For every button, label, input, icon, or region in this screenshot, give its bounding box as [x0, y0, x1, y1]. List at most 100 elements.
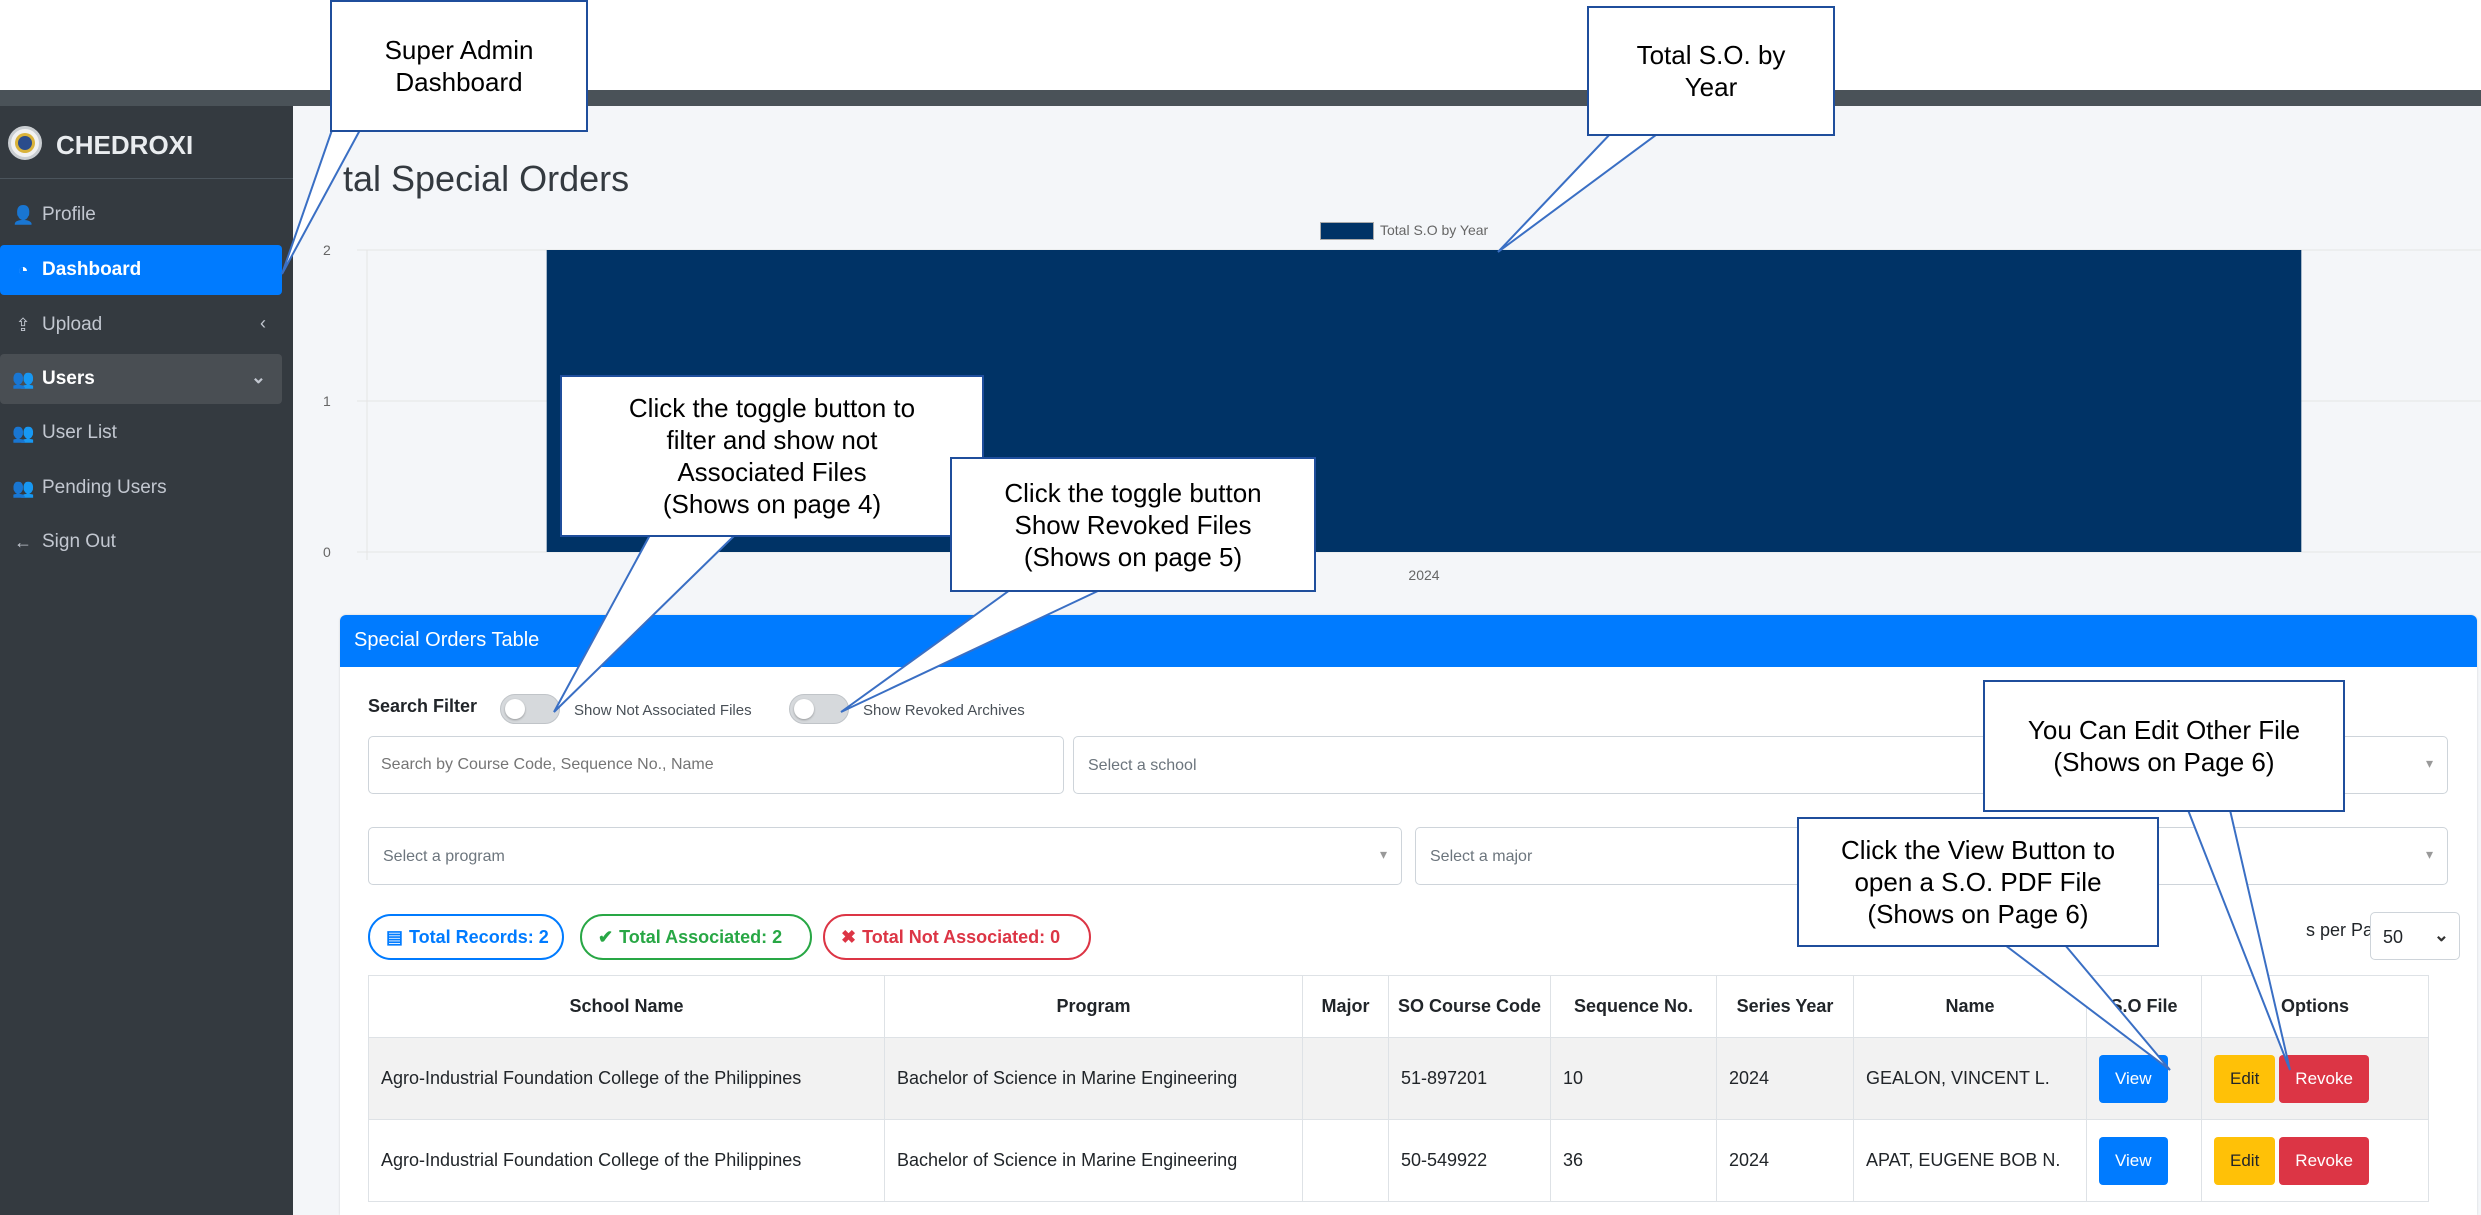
- cell-options: Edit Revoke: [2201, 1037, 2429, 1120]
- cell-so-file: View: [2086, 1119, 2202, 1202]
- toggle-not-assoc-callout: Click the toggle button to filter and sh…: [560, 375, 984, 537]
- view-button[interactable]: View: [2099, 1054, 2168, 1103]
- column-header[interactable]: Series Year: [1716, 975, 1854, 1038]
- cell-course-code: 51-897201: [1388, 1037, 1551, 1120]
- school-select-placeholder: Select a school: [1088, 757, 1197, 774]
- revoked-archives-toggle-label: Show Revoked Archives: [863, 702, 1025, 719]
- sidebar-item-profile[interactable]: 👤 Profile: [0, 190, 282, 240]
- users-icon: 👥: [12, 368, 35, 389]
- table-header-row: School Name Program Major SO Course Code…: [368, 975, 2429, 1038]
- card-title: Special Orders Table: [354, 629, 540, 651]
- caret-down-icon: ▾: [2425, 846, 2433, 862]
- badge-label: Total Not Associated: 0: [862, 926, 1061, 947]
- total-records-badge: ▤ Total Records: 2: [368, 914, 564, 960]
- column-header[interactable]: Program: [884, 975, 1303, 1038]
- callout-text: Click the toggle button to filter and sh…: [628, 393, 916, 519]
- not-associated-toggle-label: Show Not Associated Files: [574, 702, 752, 719]
- cell-school: Agro-Industrial Foundation College of th…: [368, 1037, 885, 1120]
- chevron-down-icon: ⌄: [250, 367, 266, 387]
- total-associated-badge: ✔ Total Associated: 2: [580, 914, 812, 960]
- brand-name: CHEDROXI: [56, 130, 194, 160]
- arrow-left-icon: ←: [14, 531, 32, 552]
- column-header[interactable]: Sequence No.: [1550, 975, 1717, 1038]
- cell-major: [1302, 1037, 1389, 1120]
- page-title: tal Special Orders: [343, 158, 630, 199]
- cell-program: Bachelor of Science in Marine Engineerin…: [884, 1119, 1303, 1202]
- users-icon: 👥: [12, 422, 35, 443]
- cell-name: GEALON, VINCENT L.: [1853, 1037, 2087, 1120]
- callout-text: Click the toggle button Show Revoked Fil…: [1004, 477, 1262, 572]
- total-so-callout: Total S.O. by Year: [1587, 6, 1835, 136]
- callout-text: You Can Edit Other File (Shows on Page 6…: [2027, 715, 2301, 777]
- cell-course-code: 50-549922: [1388, 1119, 1551, 1202]
- not-associated-toggle[interactable]: [500, 694, 560, 724]
- y-tick-label: 1: [323, 393, 331, 409]
- revoke-button[interactable]: Revoke: [2279, 1054, 2369, 1103]
- cell-school: Agro-Industrial Foundation College of th…: [368, 1119, 885, 1202]
- cell-name: APAT, EUGENE BOB N.: [1853, 1119, 2087, 1202]
- brand[interactable]: CHEDROXI: [0, 106, 293, 179]
- per-page-value: 50: [2383, 927, 2404, 947]
- column-header[interactable]: Major: [1302, 975, 1389, 1038]
- search-input[interactable]: [368, 736, 1064, 794]
- edit-button[interactable]: Edit: [2214, 1136, 2276, 1185]
- column-header[interactable]: Options: [2201, 975, 2429, 1038]
- callout-text: Total S.O. by Year: [1636, 40, 1786, 102]
- cell-so-file: View: [2086, 1037, 2202, 1120]
- x-circle-icon: ✖: [841, 926, 857, 947]
- column-header[interactable]: School Name: [368, 975, 885, 1038]
- column-header[interactable]: SO Course Code: [1388, 975, 1551, 1038]
- cell-year: 2024: [1716, 1119, 1854, 1202]
- sidebar-item-users[interactable]: 👥 Users ⌄: [0, 354, 282, 404]
- per-page-select[interactable]: 50 ⌄: [2370, 912, 2460, 960]
- y-tick-label: 2: [323, 242, 331, 258]
- check-circle-icon: ✔: [598, 926, 614, 947]
- revoked-archives-toggle[interactable]: [789, 694, 849, 724]
- chevron-left-icon: ‹: [260, 313, 266, 333]
- callout-text: Click the View Button to open a S.O. PDF…: [1840, 835, 2116, 929]
- cell-options: Edit Revoke: [2201, 1119, 2429, 1202]
- cell-major: [1302, 1119, 1389, 1202]
- chevron-down-icon: ⌄: [2433, 925, 2449, 945]
- sidebar-item-sign-out[interactable]: ← Sign Out: [0, 517, 282, 567]
- sidebar-item-dashboard[interactable]: ◔ Dashboard: [0, 245, 282, 295]
- user-icon: 👤: [12, 204, 35, 225]
- x-tick-label: 2024: [1408, 567, 1439, 583]
- total-not-associated-badge: ✖ Total Not Associated: 0: [823, 914, 1091, 960]
- users-icon: 👥: [12, 477, 35, 498]
- search-filter-label: Search Filter: [368, 696, 478, 716]
- revoke-button[interactable]: Revoke: [2279, 1136, 2369, 1185]
- dashboard-callout: Super Admin Dashboard: [330, 0, 588, 132]
- caret-down-icon: ▾: [1379, 846, 1387, 862]
- brand-logo-icon: [8, 126, 42, 160]
- special-orders-table: School Name Program Major SO Course Code…: [368, 975, 2429, 1202]
- upload-icon: ⇪: [15, 314, 31, 335]
- sidebar-item-label: Dashboard: [42, 259, 142, 280]
- sidebar-item-label: Users: [42, 368, 95, 389]
- cell-sequence: 10: [1550, 1037, 1717, 1120]
- program-select-placeholder: Select a program: [383, 848, 505, 865]
- program-select[interactable]: Select a program ▾: [368, 827, 1402, 885]
- sidebar-item-label: Sign Out: [42, 531, 116, 552]
- callout-text: Super Admin Dashboard: [384, 35, 534, 97]
- dashboard-icon: ◔: [17, 259, 29, 280]
- edit-callout: You Can Edit Other File (Shows on Page 6…: [1983, 680, 2345, 812]
- card-header: Special Orders Table: [340, 615, 2477, 667]
- sidebar: CHEDROXI 👤 Profile ◔ Dashboard ⇪ Upload …: [0, 106, 293, 1215]
- column-header[interactable]: S.O File: [2086, 975, 2202, 1038]
- y-tick-label: 0: [323, 544, 331, 560]
- sidebar-item-upload[interactable]: ⇪ Upload ‹: [0, 300, 282, 350]
- column-header[interactable]: Name: [1853, 975, 2087, 1038]
- table-row: Agro-Industrial Foundation College of th…: [368, 1037, 2429, 1120]
- cell-sequence: 36: [1550, 1119, 1717, 1202]
- view-button[interactable]: View: [2099, 1136, 2168, 1185]
- sidebar-item-label: Upload: [42, 314, 103, 335]
- table-row: Agro-Industrial Foundation College of th…: [368, 1119, 2429, 1202]
- sidebar-item-user-list[interactable]: 👥 User List: [0, 408, 282, 458]
- cell-year: 2024: [1716, 1037, 1854, 1120]
- sidebar-item-pending-users[interactable]: 👥 Pending Users: [0, 463, 282, 513]
- view-callout: Click the View Button to open a S.O. PDF…: [1797, 817, 2159, 947]
- sidebar-item-label: Profile: [42, 204, 96, 225]
- badge-label: Total Records: 2: [409, 926, 549, 947]
- edit-button[interactable]: Edit: [2214, 1054, 2276, 1103]
